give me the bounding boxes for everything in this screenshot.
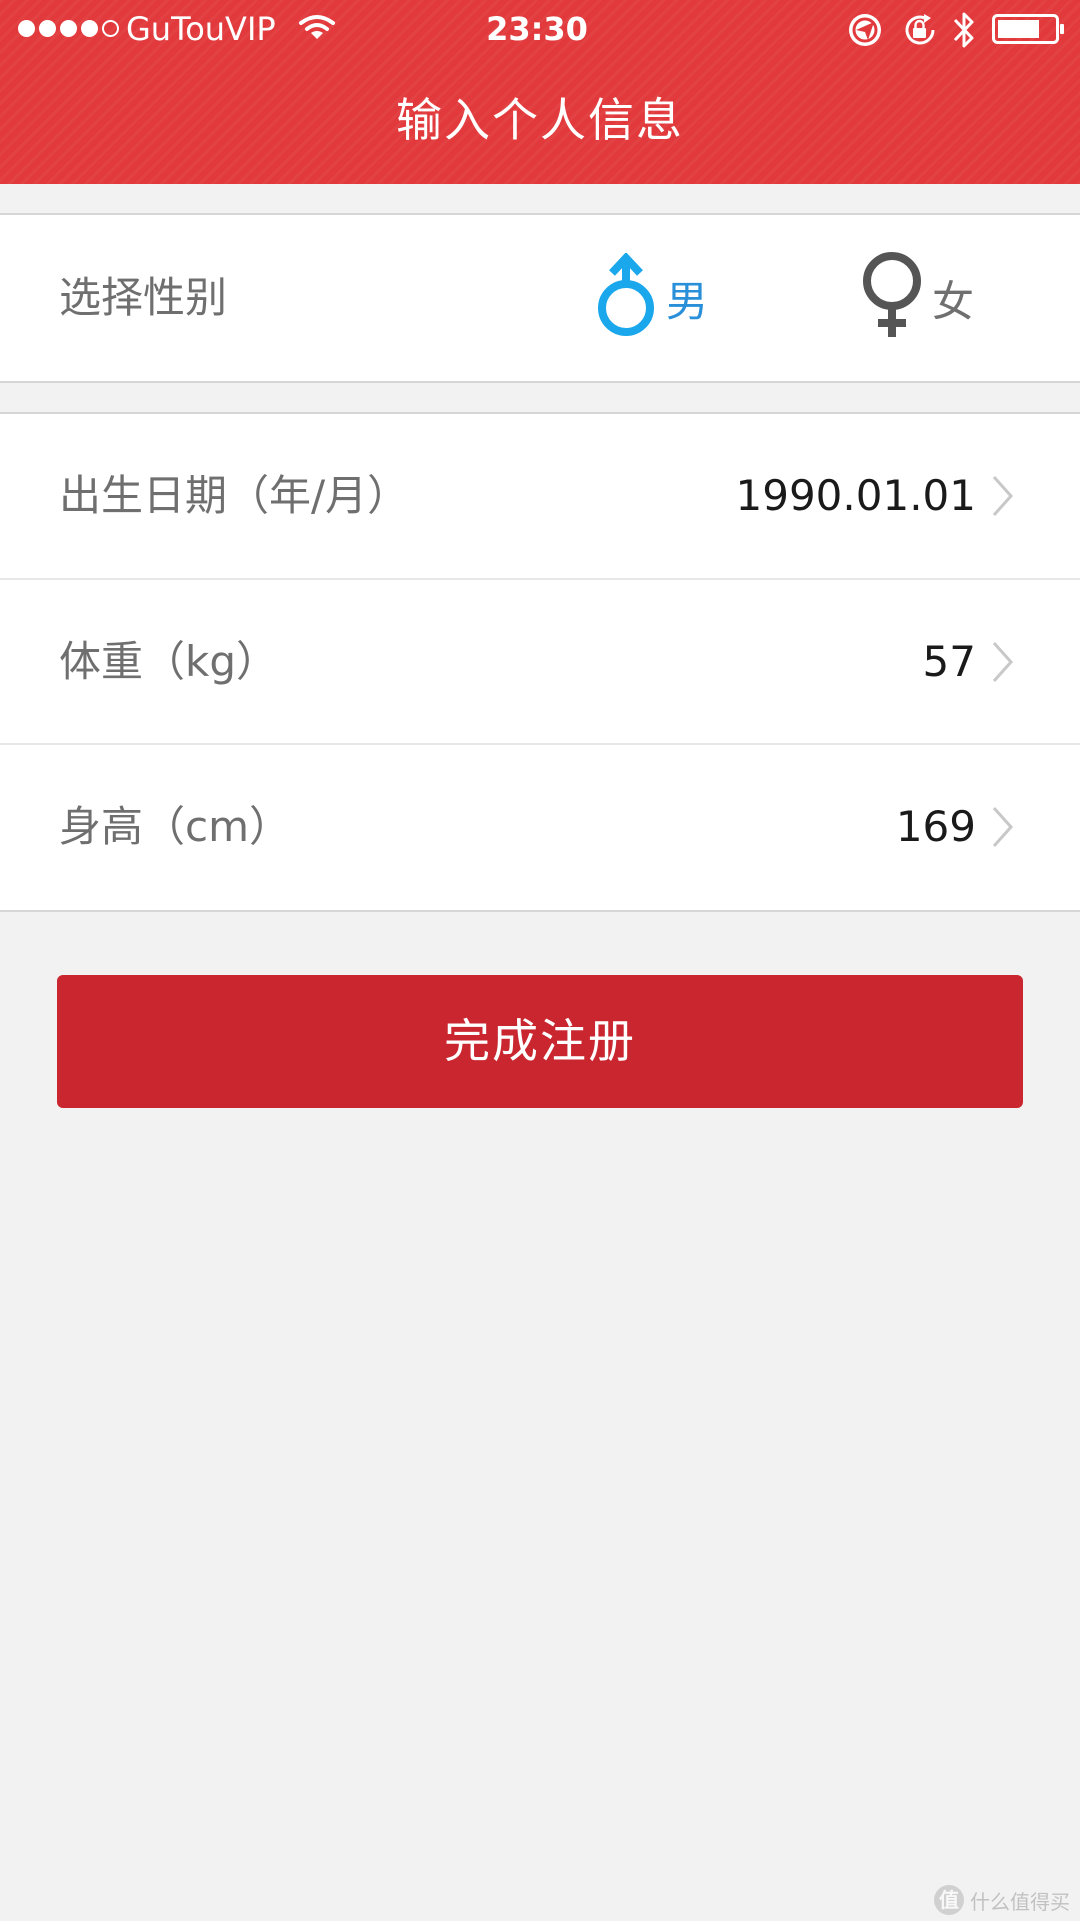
complete-registration-button[interactable]: 完成注册 [57, 975, 1023, 1108]
height-value: 169 [895, 802, 976, 851]
battery-icon [992, 14, 1066, 48]
watermark-text: 什么值得买 [970, 1889, 1070, 1914]
height-label: 身高（cm） [59, 802, 292, 851]
chevron-right-icon [991, 474, 1015, 522]
watermark-logo-icon: 值 [934, 1885, 964, 1915]
gender-male-label: 男 [666, 276, 709, 326]
page-title: 输入个人信息 [396, 93, 684, 147]
gender-female-label: 女 [932, 276, 975, 326]
height-row[interactable]: 身高（cm） 169 [0, 745, 1080, 909]
status-bar: GuTouVIP 23:30 [0, 0, 1080, 60]
chevron-right-icon [991, 640, 1015, 688]
gender-label: 选择性别 [59, 273, 228, 322]
watermark: 值 什么值得买 [934, 1885, 1070, 1915]
weight-label: 体重（kg） [59, 637, 278, 686]
birthdate-row[interactable]: 出生日期（年/月） 1990.01.01 [0, 414, 1080, 578]
rotation-lock-icon [900, 10, 940, 54]
chevron-right-icon [991, 805, 1015, 853]
gender-female-option[interactable]: 女 [860, 215, 974, 381]
app-header: GuTouVIP 23:30 输入个人信息 [0, 0, 1080, 184]
birthdate-value: 1990.01.01 [735, 471, 976, 520]
gender-section: 选择性别 男 女 [0, 213, 1080, 383]
gender-male-option[interactable]: 男 [594, 215, 708, 381]
bluetooth-icon [950, 8, 978, 56]
female-symbol-icon [860, 251, 924, 345]
weight-row[interactable]: 体重（kg） 57 [0, 580, 1080, 744]
male-symbol-icon [594, 252, 658, 343]
personal-info-section: 出生日期（年/月） 1990.01.01 体重（kg） 57 身高（cm） 16… [0, 412, 1080, 912]
location-icon [845, 10, 885, 54]
weight-value: 57 [922, 637, 976, 686]
birthdate-label: 出生日期（年/月） [59, 471, 410, 520]
